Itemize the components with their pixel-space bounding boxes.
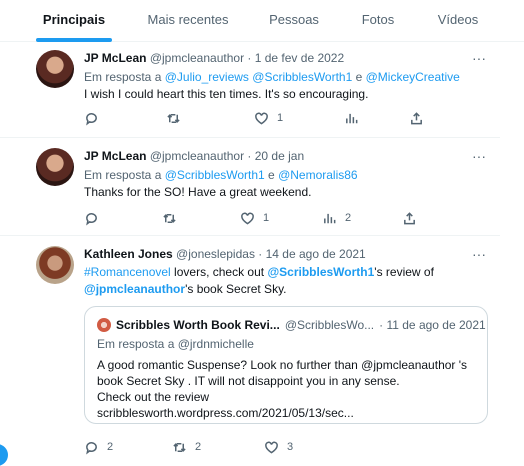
quoted-tweet-header: Scribbles Worth Book Revi... @ScribblesW… — [97, 317, 486, 333]
tab-mais-recentes[interactable]: Mais recentes — [140, 0, 236, 42]
tweet-date[interactable]: · 1 de fev de 2022 — [247, 51, 344, 65]
heart-icon — [255, 112, 268, 125]
quoted-tweet-text: A good romantic Suspense? Look no furthe… — [97, 357, 475, 421]
author-name[interactable]: JP McLean — [84, 51, 146, 65]
tweet[interactable]: ··· Kathleen Jones @joneslepidas · 14 de… — [0, 236, 500, 466]
retweet-icon — [173, 442, 186, 452]
reply-context: Em resposta a @Julio_reviews @ScribblesW… — [84, 69, 492, 86]
mention-link[interactable]: @ScribblesWorth1 — [252, 70, 352, 84]
reply-icon — [86, 212, 97, 225]
tab-label: Fotos — [361, 12, 395, 27]
tweet-actions: 2 2 3 — [84, 439, 484, 455]
share-button[interactable] — [409, 110, 424, 126]
reply-count: 2 — [107, 441, 114, 453]
retweet-icon — [167, 113, 180, 123]
quoted-author-handle: @ScribblesWo... — [284, 318, 375, 332]
share-icon — [411, 111, 422, 124]
like-button[interactable]: 1 — [240, 210, 269, 226]
text-segment: lovers, check out — [170, 265, 268, 279]
heart-icon — [241, 212, 254, 225]
share-icon — [404, 211, 415, 224]
retweet-icon — [163, 213, 176, 223]
quoted-text-line: A good romantic Suspense? Look no furthe… — [97, 358, 468, 372]
reply-prefix: Em resposta a — [84, 168, 162, 182]
quoted-text-line: scribblesworth.wordpress.com/2021/05/13/… — [97, 406, 354, 420]
view-count: 2 — [345, 212, 352, 224]
search-tabs: Principais Mais recentes Pessoas Fotos V… — [0, 0, 524, 42]
tab-videos[interactable]: Vídeos — [430, 0, 486, 42]
retweet-button[interactable] — [166, 110, 189, 126]
tweet[interactable]: ··· JP McLean @jpmcleanauthor · 1 de fev… — [0, 42, 500, 138]
heart-icon — [265, 441, 278, 454]
author-handle[interactable]: @jpmcleanauthor — [150, 149, 244, 163]
text-segment: 's book Secret Sky. — [185, 282, 287, 296]
reply-icon — [86, 112, 97, 125]
tweet-header: JP McLean @jpmcleanauthor · 1 de fev de … — [84, 50, 492, 66]
retweet-button[interactable] — [162, 210, 185, 226]
tab-label: Pessoas — [269, 12, 319, 27]
views-button[interactable]: 2 — [322, 210, 351, 226]
tab-fotos[interactable]: Fotos — [352, 0, 404, 42]
reply-button[interactable] — [84, 110, 107, 126]
avatar[interactable] — [36, 148, 74, 186]
like-count: 3 — [287, 441, 294, 453]
tweet[interactable]: ··· JP McLean @jpmcleanauthor · 20 de ja… — [0, 138, 500, 236]
quoted-text-line: book Secret Sky . IT will not disappoint… — [97, 374, 400, 388]
avatar[interactable] — [36, 246, 74, 284]
quoted-text-line: Check out the review — [97, 390, 210, 404]
mention-link[interactable]: @Julio_reviews — [165, 70, 249, 84]
author-name[interactable]: JP McLean — [84, 149, 146, 163]
quoted-reply-context: Em resposta a @jrdnmichelle — [97, 337, 254, 351]
tweet-text: I wish I could heart this ten times. It'… — [84, 87, 369, 101]
reply-button[interactable] — [84, 210, 107, 226]
like-count: 1 — [263, 212, 270, 224]
reply-prefix: Em resposta a — [84, 70, 162, 84]
quoted-tweet-date: · 11 de ago de 2021 — [379, 318, 486, 332]
quoted-tweet[interactable]: Scribbles Worth Book Revi... @ScribblesW… — [84, 306, 488, 424]
tweet-text: #Romancenovel lovers, check out @Scribbl… — [84, 264, 492, 298]
reply-button[interactable]: 2 — [84, 439, 113, 455]
reply-separator: e — [264, 168, 279, 182]
tab-label: Mais recentes — [147, 12, 229, 27]
analytics-icon — [324, 213, 336, 223]
reply-icon — [86, 441, 97, 454]
mention-link[interactable]: @Nemoralis86 — [278, 168, 358, 182]
retweet-count: 2 — [195, 441, 202, 453]
hashtag-link[interactable]: #Romancenovel — [84, 265, 171, 279]
tweet-date[interactable]: · 14 de ago de 2021 — [258, 247, 365, 261]
author-handle[interactable]: @jpmcleanauthor — [150, 51, 244, 65]
tweet-actions: 1 — [84, 110, 484, 126]
tweet-date[interactable]: · 20 de jan — [247, 149, 304, 163]
author-name[interactable]: Kathleen Jones — [84, 247, 173, 261]
avatar[interactable] — [36, 50, 74, 88]
tweet-header: Kathleen Jones @joneslepidas · 14 de ago… — [84, 246, 492, 262]
analytics-icon — [346, 113, 358, 123]
reply-context: Em resposta a @ScribblesWorth1 e @Nemora… — [84, 167, 492, 184]
mention-link[interactable]: @ScribblesWorth1 — [267, 265, 374, 279]
author-handle[interactable]: @joneslepidas — [176, 247, 255, 261]
retweet-button[interactable]: 2 — [172, 439, 201, 455]
quoted-author-name: Scribbles Worth Book Revi... — [116, 318, 280, 332]
mention-link[interactable]: @jpmcleanauthor — [84, 282, 185, 296]
share-button[interactable] — [402, 210, 417, 226]
reply-separator: e — [352, 70, 366, 84]
like-count: 1 — [277, 112, 284, 124]
tab-label: Vídeos — [437, 12, 479, 27]
mention-link[interactable]: @ScribblesWorth1 — [165, 168, 265, 182]
tweet-actions: 1 2 — [84, 210, 484, 226]
tweet-text: Thanks for the SO! Have a great weekend. — [84, 185, 312, 199]
tweet-header: JP McLean @jpmcleanauthor · 20 de jan — [84, 148, 492, 164]
mention-link[interactable]: @MickeyCreative — [366, 70, 460, 84]
tab-label: Principais — [42, 12, 106, 27]
text-segment: 's review of — [374, 265, 434, 279]
like-button[interactable]: 1 — [254, 110, 283, 126]
views-button[interactable] — [344, 110, 367, 126]
tab-principais[interactable]: Principais — [36, 0, 112, 42]
tab-pessoas[interactable]: Pessoas — [262, 0, 326, 42]
quoted-avatar — [97, 318, 111, 332]
like-button[interactable]: 3 — [264, 439, 293, 455]
